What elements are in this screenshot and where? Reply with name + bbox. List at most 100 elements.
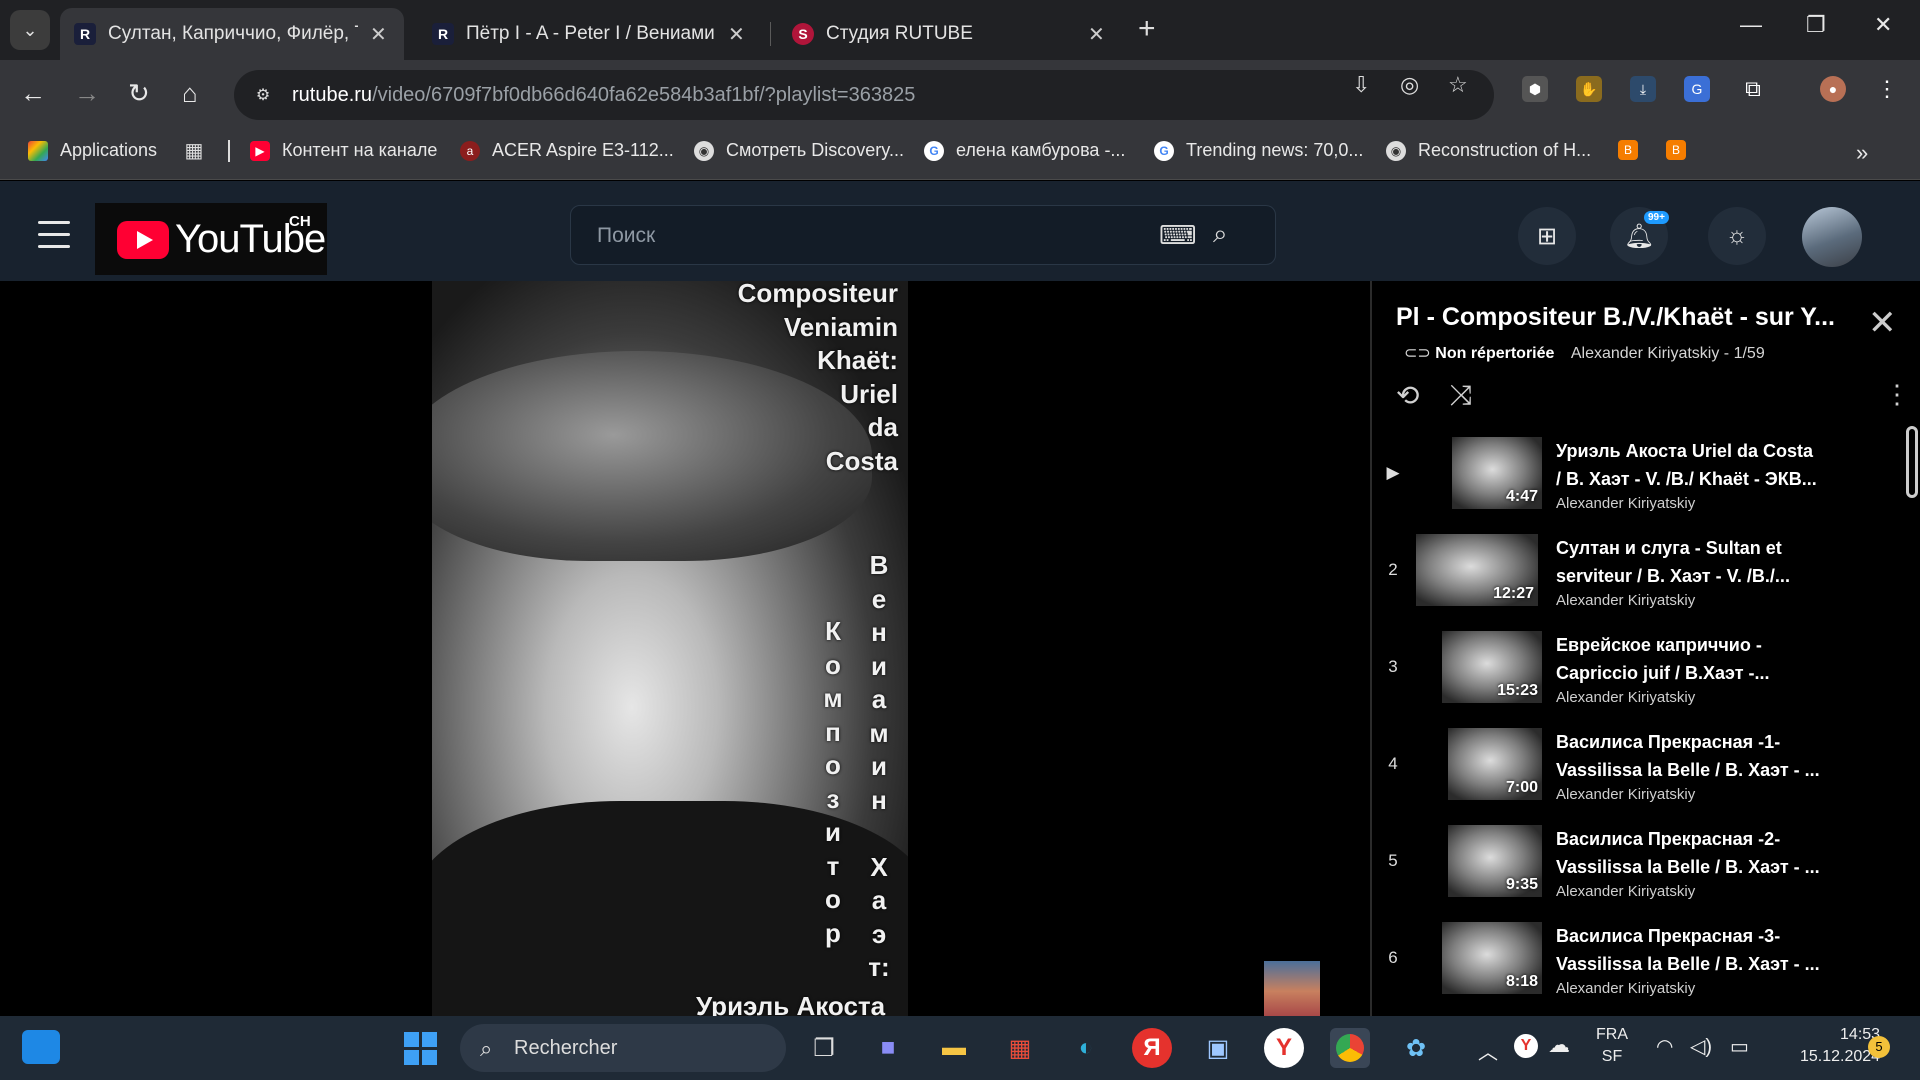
extension-download-icon[interactable]: ⤓ (1630, 76, 1656, 102)
taskbar-search-input[interactable]: ⌕ Rechercher (460, 1024, 786, 1072)
add-video-icon: ⊞ (1536, 222, 1558, 250)
bookmark-blogger-1[interactable]: B (1618, 140, 1650, 160)
bookmark-discovery[interactable]: ◉ Смотреть Discovery... (694, 140, 904, 161)
bookmark-blogger-2[interactable]: B (1666, 140, 1698, 160)
shuffle-icon[interactable]: ⤨ (1450, 379, 1472, 412)
file-explorer-icon[interactable]: ▬ (934, 1028, 974, 1068)
tab-search-button[interactable]: ⌄ (10, 10, 50, 50)
widgets-icon[interactable] (22, 1030, 60, 1064)
site-logo[interactable]: YouTube CH (95, 203, 327, 275)
picture-in-picture-thumbnail[interactable] (1264, 961, 1320, 1016)
theme-toggle-button[interactable]: ☼ (1708, 207, 1766, 265)
language-indicator[interactable]: FRA SF (1596, 1024, 1628, 1068)
tab-title: Пётр I - A - Peter I / Вениамин (466, 23, 716, 44)
video-thumbnail: 8:18 (1442, 922, 1542, 994)
bookmark-acer[interactable]: a ACER Aspire E3-112... (460, 140, 674, 161)
bookmark-star-icon[interactable]: ☆ (1448, 72, 1468, 98)
close-tab-icon[interactable]: ✕ (370, 22, 387, 47)
playlist-title[interactable]: Pl - Compositeur B./V./Khaët - sur Y... (1396, 303, 1846, 332)
yandex-icon[interactable]: Я (1132, 1028, 1172, 1068)
taskbar: ⌕ Rechercher ❐ ■ ▬ ▦ ◐ Я ▣ Y ✿ ︿ Y ☁ FRA… (0, 1016, 1920, 1080)
video-title-line: Vassilissa la Belle / В. Хаэт - ... (1556, 954, 1820, 974)
tab-sultan[interactable]: R Султан, Каприччио, Филёр, Та ✕ (60, 8, 404, 60)
poster-letter: о (825, 884, 841, 914)
globe-icon: ◉ (694, 140, 714, 161)
address-bar[interactable]: ⚙ rutube.ru/video/6709f7bf0db66d640fa62e… (234, 70, 1494, 120)
battery-icon[interactable]: ▭ (1730, 1034, 1749, 1059)
bookmark-applications[interactable]: Applications (28, 140, 157, 161)
playlist-item[interactable]: 6 8:18 Василиса Прекрасная -3- Vassiliss… (1372, 912, 1892, 1009)
search-icon[interactable]: ⌕ (1213, 218, 1228, 250)
bookmark-reconstruction[interactable]: ◉ Reconstruction of H... (1386, 140, 1591, 161)
playlist-more-icon[interactable]: ⋮ (1884, 379, 1910, 410)
start-button[interactable] (400, 1028, 440, 1068)
keyboard-icon[interactable]: ⌨ (1159, 220, 1197, 251)
poster-letter: н (871, 617, 887, 647)
yandex-browser-icon[interactable]: Y (1264, 1028, 1304, 1068)
poster-letter: а (871, 684, 887, 714)
minimize-icon[interactable]: — (1740, 12, 1762, 38)
chrome-menu-icon[interactable]: ⋮ (1874, 76, 1900, 102)
url-text[interactable]: rutube.ru/video/6709f7bf0db66d640fa62e58… (292, 84, 915, 107)
show-hidden-icons[interactable]: ︿ (1478, 1036, 1498, 1065)
repeat-icon[interactable]: ⟲ (1396, 379, 1419, 412)
chrome-icon[interactable] (1330, 1028, 1370, 1068)
close-tab-icon[interactable]: ✕ (728, 22, 745, 47)
bookmark-tab-groups[interactable]: ▦ (184, 140, 216, 162)
reload-icon[interactable]: ↻ (128, 78, 150, 108)
menu-hamburger-icon[interactable] (38, 221, 70, 257)
url-host: rutube.ru (292, 83, 373, 106)
video-player[interactable]: Compositeur Veniamin Khaët: Uriel da Cos… (0, 281, 1370, 1016)
teams-icon[interactable]: ■ (868, 1028, 908, 1068)
bookmarks-divider (228, 140, 230, 162)
bookmark-kamburova[interactable]: Gелена камбурова -... (924, 140, 1125, 161)
video-title-line: Vassilissa la Belle / В. Хаэт - ... (1556, 857, 1820, 877)
logo-region: CH (289, 213, 311, 230)
tracking-protection-icon[interactable]: ◎ (1400, 72, 1419, 98)
paint-icon[interactable]: ✿ (1396, 1028, 1436, 1068)
new-tab-icon[interactable]: + (1138, 14, 1156, 44)
cloud-icon[interactable]: ☁ (1548, 1032, 1570, 1058)
playlist-item[interactable]: 5 9:35 Василиса Прекрасная -2- Vassiliss… (1372, 815, 1892, 912)
remote-desktop-icon[interactable]: ▣ (1198, 1028, 1238, 1068)
home-icon[interactable]: ⌂ (182, 78, 198, 108)
wifi-icon[interactable]: ◠ (1656, 1034, 1673, 1059)
upload-button[interactable]: ⊞ (1518, 207, 1576, 265)
site-settings-icon[interactable]: ⚙ (246, 78, 280, 112)
poster-letter: р (825, 917, 841, 948)
playlist-item[interactable]: 4 7:00 Василиса Прекрасная -1- Vassiliss… (1372, 718, 1892, 815)
restore-icon[interactable]: ❐ (1806, 12, 1826, 38)
notifications-button[interactable]: 🔔︎ 99+ (1610, 207, 1669, 265)
install-app-icon[interactable]: ⇩ (1352, 72, 1370, 98)
playlist-scrollbar[interactable] (1906, 426, 1918, 498)
search-input[interactable]: Поиск ⌨ ⌕ (570, 205, 1276, 265)
user-avatar[interactable] (1802, 207, 1862, 267)
poster-bottom-text: Уриэль Акоста (696, 991, 886, 1016)
extensions-puzzle-icon[interactable]: ⧉ (1740, 76, 1766, 102)
edge-icon[interactable]: ◐ (1066, 1028, 1106, 1068)
playlist-item[interactable]: 2 12:27 Султан и слуга - Sultan et servi… (1372, 524, 1892, 621)
tab-studio[interactable]: S Студия RUTUBE ✕ (778, 8, 1122, 60)
forward-icon[interactable]: → (74, 78, 100, 108)
more-bookmarks-icon[interactable]: » (1856, 140, 1868, 166)
playlist-owner-position[interactable]: Alexander Kiriyatskiy - 1/59 (1571, 345, 1765, 362)
keyboard-layout: SF (1601, 1048, 1623, 1065)
extension-translate-icon[interactable]: G (1684, 76, 1710, 102)
playlist-item[interactable]: 3 15:23 Еврейское каприччио - Capriccio … (1372, 621, 1892, 718)
notification-count-badge[interactable]: 5 (1868, 1036, 1890, 1058)
close-playlist-icon[interactable]: ✕ (1868, 303, 1897, 343)
bookmark-trending[interactable]: G Trending news: 70,0... (1154, 140, 1363, 161)
extension-tampermonkey-icon[interactable]: ✋ (1576, 76, 1602, 102)
close-window-icon[interactable]: ✕ (1874, 12, 1892, 38)
volume-icon[interactable]: ◁) (1690, 1034, 1712, 1059)
task-view-icon[interactable]: ❐ (804, 1028, 844, 1068)
bookmark-channel-content[interactable]: ▶ Контент на канале (250, 140, 437, 161)
close-tab-icon[interactable]: ✕ (1088, 22, 1105, 47)
microsoft-store-icon[interactable]: ▦ (1000, 1028, 1040, 1068)
back-icon[interactable]: ← (20, 78, 46, 108)
profile-avatar-icon[interactable]: ● (1820, 76, 1846, 102)
extension-shield-icon[interactable]: ⬢ (1522, 76, 1548, 102)
tab-peter[interactable]: R Пётр I - A - Peter I / Вениамин ✕ (418, 8, 762, 60)
yandex-tray-icon[interactable]: Y (1514, 1034, 1538, 1058)
playlist-item[interactable]: ▶ 4:47 Уриэль Акоста Uriel da Costa / В.… (1372, 427, 1892, 524)
